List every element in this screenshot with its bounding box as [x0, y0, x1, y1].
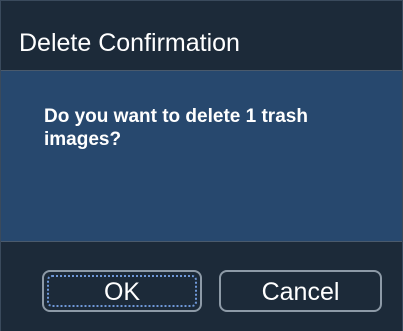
dialog-title: Delete Confirmation: [19, 29, 240, 57]
ok-button[interactable]: OK: [42, 270, 202, 312]
dialog-button-bar: OK Cancel: [1, 241, 402, 331]
dialog-titlebar: Delete Confirmation: [1, 1, 402, 71]
cancel-button[interactable]: Cancel: [219, 270, 382, 312]
delete-confirmation-dialog: Delete Confirmation Do you want to delet…: [0, 0, 403, 331]
dialog-message: Do you want to delete 1 trash images?: [44, 106, 308, 150]
